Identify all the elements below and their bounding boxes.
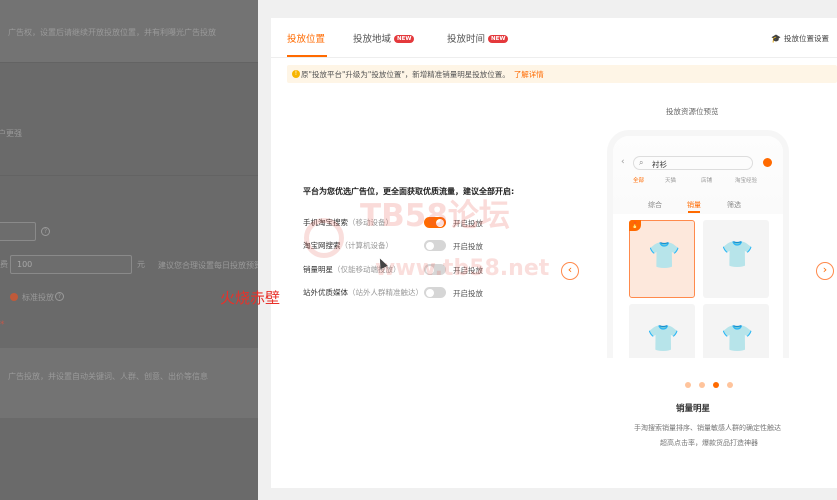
watermark-title: TB58论坛 xyxy=(360,198,510,234)
placement-card: 投放位置 投放地域 NEW 投放时间 NEW 🎓 投放位置设置 ! 原"投放平台"升级… xyxy=(271,18,837,488)
fire-icon: 🔥 xyxy=(629,220,641,231)
back-arrow-icon: ‹ xyxy=(621,157,625,167)
option-subtitle: （计算机设备） xyxy=(340,241,394,250)
bg-text-line1: 广告权，设置后请继续开放投放位置，并有利曝光广告投放 xyxy=(8,28,216,37)
phone-sort-option: 筛选 xyxy=(727,201,741,209)
watermark-url: www.tb58.net xyxy=(375,256,550,281)
carousel-dot[interactable] xyxy=(699,382,705,388)
option-row-external-media: 站外优质媒体（站外人群精准触达） 开启投放 xyxy=(303,287,543,299)
toggle-knob xyxy=(426,288,434,297)
bg-radio-label: 标准投放 xyxy=(22,293,54,302)
bg-text-label: 费 xyxy=(0,260,8,269)
settings-link-label: 投放位置设置 xyxy=(784,34,829,43)
new-badge: NEW xyxy=(394,35,415,43)
option-state-label: 开启投放 xyxy=(453,289,483,298)
carousel-dot[interactable] xyxy=(685,382,691,388)
phone-preview: ‹ ⌕ 衬衫 全部 天猫 店铺 淘宝经验 综合 销量 筛选 🔥 👕 👕 👕 👕 xyxy=(607,130,789,358)
tab-time[interactable]: 投放时间 NEW xyxy=(447,31,509,45)
option-toggle[interactable] xyxy=(424,240,446,251)
bg-band-bottom xyxy=(0,348,258,418)
option-title: 销量明星 xyxy=(303,265,333,274)
option-state-label: 开启投放 xyxy=(453,242,483,251)
bg-budget-value: 100 xyxy=(17,260,33,269)
bg-divider xyxy=(0,175,258,176)
shirt-icon: 👕 xyxy=(721,240,754,270)
bg-budget-input: 100 xyxy=(10,255,132,274)
shirt-icon: 👕 xyxy=(648,241,681,271)
phone-sort-option: 销量 xyxy=(687,201,701,209)
carousel-dot[interactable] xyxy=(727,382,733,388)
preview-card-description: 手淘搜索销量排序、销量敏感人群的确定性触达 xyxy=(634,424,781,432)
carousel-indicator xyxy=(685,382,745,390)
chevron-left-icon: ‹ xyxy=(567,263,573,276)
search-icon: ⌕ xyxy=(639,158,644,167)
product-tile: 👕 xyxy=(629,304,695,358)
notice-text: 原"投放平台"升级为"投放位置"，新增精准销量明星投放位置。 xyxy=(301,70,510,79)
phone-category: 店铺 xyxy=(701,178,713,184)
bg-radio-icon xyxy=(10,293,18,301)
message-icon xyxy=(763,158,772,167)
shirt-icon: 👕 xyxy=(721,324,754,354)
tab-region[interactable]: 投放地域 NEW xyxy=(353,31,415,45)
tab-label: 投放地域 xyxy=(353,34,392,45)
bg-required-mark: * xyxy=(0,320,5,330)
placement-drawer: 投放位置 投放地域 NEW 投放时间 NEW 🎓 投放位置设置 ! 原"投放平台"升级… xyxy=(258,0,837,500)
info-icon: ! xyxy=(292,70,300,78)
shirt-icon: 👕 xyxy=(647,324,680,354)
option-subtitle: （站外人群精准触达） xyxy=(348,288,423,297)
option-toggle[interactable] xyxy=(424,287,446,298)
phone-search-box: ⌕ 衬衫 xyxy=(633,156,753,170)
bg-hint: 建议您合理设置每日投放预算， xyxy=(158,261,258,270)
graduation-cap-icon: 🎓 xyxy=(771,34,781,43)
preview-card-description: 超高点击率，爆款货品打造神器 xyxy=(660,439,758,447)
phone-category: 全部 xyxy=(633,178,645,184)
phone-search-text: 衬衫 xyxy=(652,160,667,169)
watermark-logo xyxy=(304,218,344,258)
background-page: 广告权，设置后请继续开放投放位置，并有利曝光广告投放 户更强 ? 费 100 元… xyxy=(0,0,258,500)
product-tile: 👕 xyxy=(703,304,769,358)
preview-prev-button[interactable]: ‹ xyxy=(561,262,579,280)
phone-category: 淘宝经验 xyxy=(735,178,758,184)
option-title: 站外优质媒体 xyxy=(303,288,348,297)
bg-divider xyxy=(0,62,258,63)
notice-banner: ! 原"投放平台"升级为"投放位置"，新增精准销量明星投放位置。 了解详情 xyxy=(287,65,837,83)
bg-unit: 元 xyxy=(137,260,145,269)
active-tab-indicator xyxy=(287,55,327,57)
bg-help-icon: ? xyxy=(55,292,64,301)
bg-text-bottom: 广告投放，并设置自动关键词、人群、创意、出价等信息 xyxy=(8,372,208,381)
overlay-caption: 火烧赤壁 xyxy=(220,289,281,307)
chevron-right-icon: › xyxy=(822,263,828,276)
toggle-knob xyxy=(426,241,434,250)
product-tile: 👕 xyxy=(703,220,769,298)
phone-sort-option: 综合 xyxy=(648,201,662,209)
new-badge: NEW xyxy=(488,35,509,43)
notice-learn-more-link[interactable]: 了解详情 xyxy=(514,70,544,79)
product-tile-highlighted: 🔥 👕 xyxy=(629,220,695,298)
preview-title: 投放资源位预览 xyxy=(666,107,719,116)
carousel-dot-active[interactable] xyxy=(713,382,719,388)
phone-category: 天猫 xyxy=(665,178,677,184)
active-sort-indicator xyxy=(688,211,700,213)
option-name: 站外优质媒体（站外人群精准触达） xyxy=(303,287,423,298)
tab-placement[interactable]: 投放位置 xyxy=(287,31,325,45)
preview-next-button[interactable]: › xyxy=(816,262,834,280)
placement-settings-link[interactable]: 🎓 投放位置设置 xyxy=(771,33,829,44)
tab-label: 投放位置 xyxy=(287,34,326,45)
bg-text-line2: 户更强 xyxy=(0,129,22,138)
tab-label: 投放时间 xyxy=(447,34,486,45)
bg-help-icon: ? xyxy=(41,227,50,236)
bg-input-empty xyxy=(0,222,36,241)
tab-bar: 投放位置 投放地域 NEW 投放时间 NEW 🎓 投放位置设置 xyxy=(271,18,837,58)
phone-category-bar: 全部 天猫 店铺 淘宝经验 xyxy=(613,176,783,186)
preview-card-title: 销量明星 xyxy=(676,404,711,414)
